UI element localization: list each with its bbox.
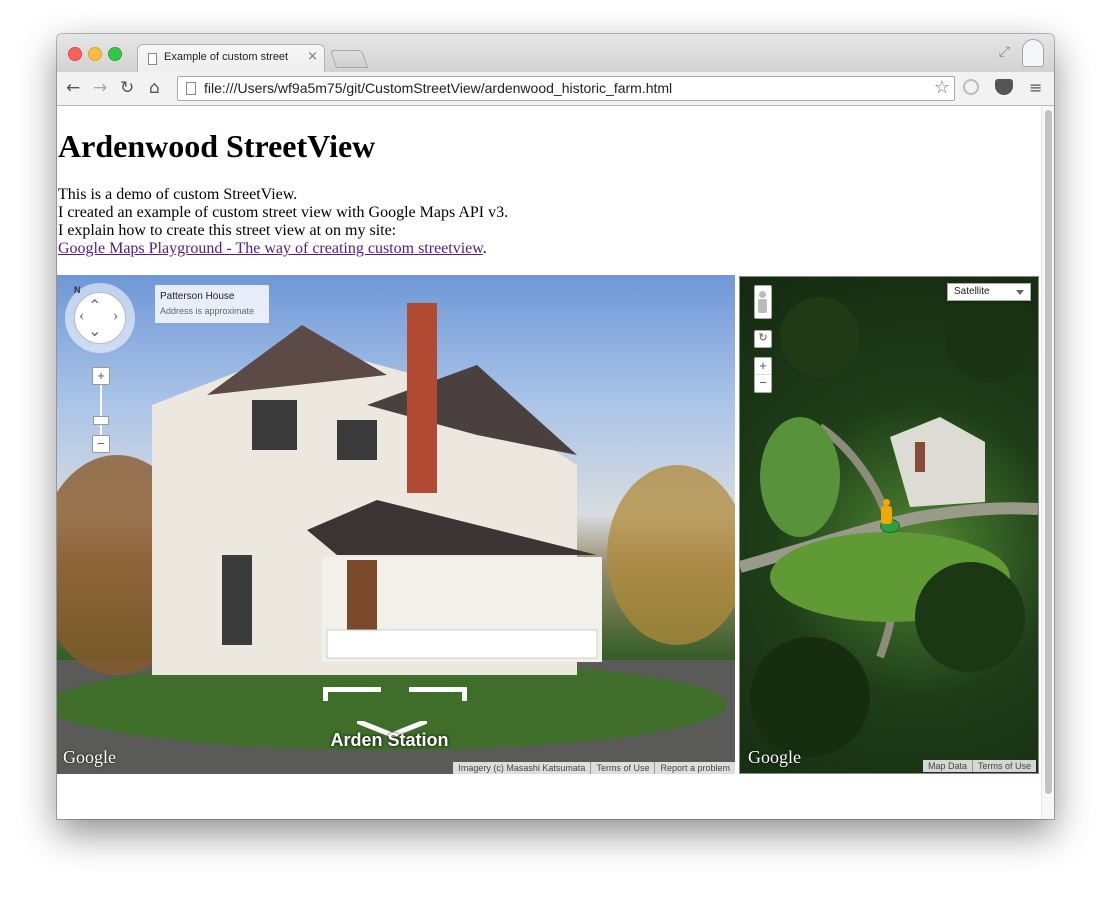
map-attribution: Map Data Terms of Use [922,760,1036,772]
map-zoom-control: + − [754,357,772,393]
tab-strip: Example of custom street × ⤢ [57,34,1054,72]
compass-north-label: N [74,285,81,295]
tab-title: Example of custom street [164,51,289,63]
street-link-label[interactable]: Arden Station [327,730,452,751]
nav-arrow-right[interactable] [409,687,467,701]
map-type-selected: Satellite [954,286,990,297]
page-scrollbar[interactable] [1041,106,1054,819]
bookmark-star-icon[interactable]: ☆ [934,77,950,98]
intro-line: This is a demo of custom StreetView. [58,186,298,203]
satellite-map[interactable]: ↻ + − Satellite Google Map Data Terms of… [739,276,1039,774]
address-bar[interactable]: file:///Users/wf9a5m75/git/CustomStreetV… [177,76,955,101]
window-maximize-button[interactable] [108,47,122,61]
reload-icon[interactable]: ↻ [120,77,134,99]
nav-arrow-left[interactable] [323,687,381,701]
report-problem-link[interactable]: Report a problem [654,762,735,774]
panorama-image [57,303,735,774]
home-icon[interactable]: ⌂ [149,77,160,99]
imagery-credit: Imagery (c) Masashi Katsumata [458,763,586,773]
new-tab-button[interactable] [329,50,369,68]
streetview-panorama[interactable]: ⌃ ⌄ ‹ › N + − Patterson House Address is… [57,275,735,774]
chevron-down-icon [1016,290,1024,295]
zoom-in-button[interactable]: + [92,367,110,385]
window-close-button[interactable] [68,47,82,61]
streetview-position-marker [876,499,900,533]
browser-window: Example of custom street × ⤢ ← → ↻ ⌂ fil… [57,34,1054,819]
browser-tab[interactable]: Example of custom street × [137,44,325,72]
address-title: Patterson House [160,291,235,302]
fullscreen-icon[interactable]: ⤢ [999,44,1010,60]
pan-down-icon[interactable]: ⌄ [88,321,101,341]
page-icon [148,53,157,65]
google-logo: Google [63,747,116,767]
pan-left-icon[interactable]: ‹ [79,307,84,325]
scrollbar-thumb[interactable] [1045,110,1052,794]
menu-icon[interactable]: ≡ [1029,78,1042,97]
map-google-logo: Google [748,747,801,767]
url-text[interactable]: file:///Users/wf9a5m75/git/CustomStreetV… [204,80,672,96]
terms-of-use-link[interactable]: Terms of Use [590,762,654,774]
clock-extension-icon[interactable] [963,79,979,95]
pan-right-icon[interactable]: › [113,307,118,325]
pocket-extension-icon[interactable] [995,79,1013,95]
map-terms-link[interactable]: Terms of Use [971,760,1036,772]
streetview-zoom-control: + − [92,367,110,453]
map-data-link[interactable]: Map Data [923,760,972,772]
tab-close-icon[interactable]: × [307,50,318,64]
page-heading: Ardenwood StreetView [58,128,376,164]
zoom-slider-handle[interactable] [93,416,109,425]
streetview-attribution: Imagery (c) Masashi Katsumata Terms of U… [453,762,735,774]
address-subtitle: Address is approximate [160,306,255,316]
link-suffix: . [482,240,487,257]
compass-control[interactable]: ⌃ ⌄ ‹ › N [65,283,135,353]
intro-line: I explain how to create this street view… [58,222,397,239]
map-type-dropdown[interactable]: Satellite [947,283,1031,301]
profile-avatar-icon[interactable] [1022,39,1044,67]
browser-toolbar: ← → ↻ ⌂ file:///Users/wf9a5m75/git/Custo… [57,72,1054,106]
rotate-icon[interactable]: ↻ [754,330,772,348]
map-zoom-out-button[interactable]: − [755,375,771,392]
intro-line: I created an example of custom street vi… [58,204,509,221]
zoom-out-button[interactable]: − [92,435,110,453]
map-zoom-in-button[interactable]: + [755,358,771,375]
pan-up-icon[interactable]: ⌃ [88,296,101,316]
playground-link[interactable]: Google Maps Playground - The way of crea… [58,240,483,257]
intro-text: This is a demo of custom StreetView. I c… [58,186,508,258]
window-minimize-button[interactable] [88,47,102,61]
pegman-icon[interactable] [754,285,772,319]
forward-icon[interactable]: → [93,77,107,99]
page-icon [186,82,196,95]
back-icon[interactable]: ← [66,77,80,99]
page-content: Ardenwood StreetView This is a demo of c… [57,106,1041,819]
address-box: Patterson House Address is approximate [155,285,269,323]
